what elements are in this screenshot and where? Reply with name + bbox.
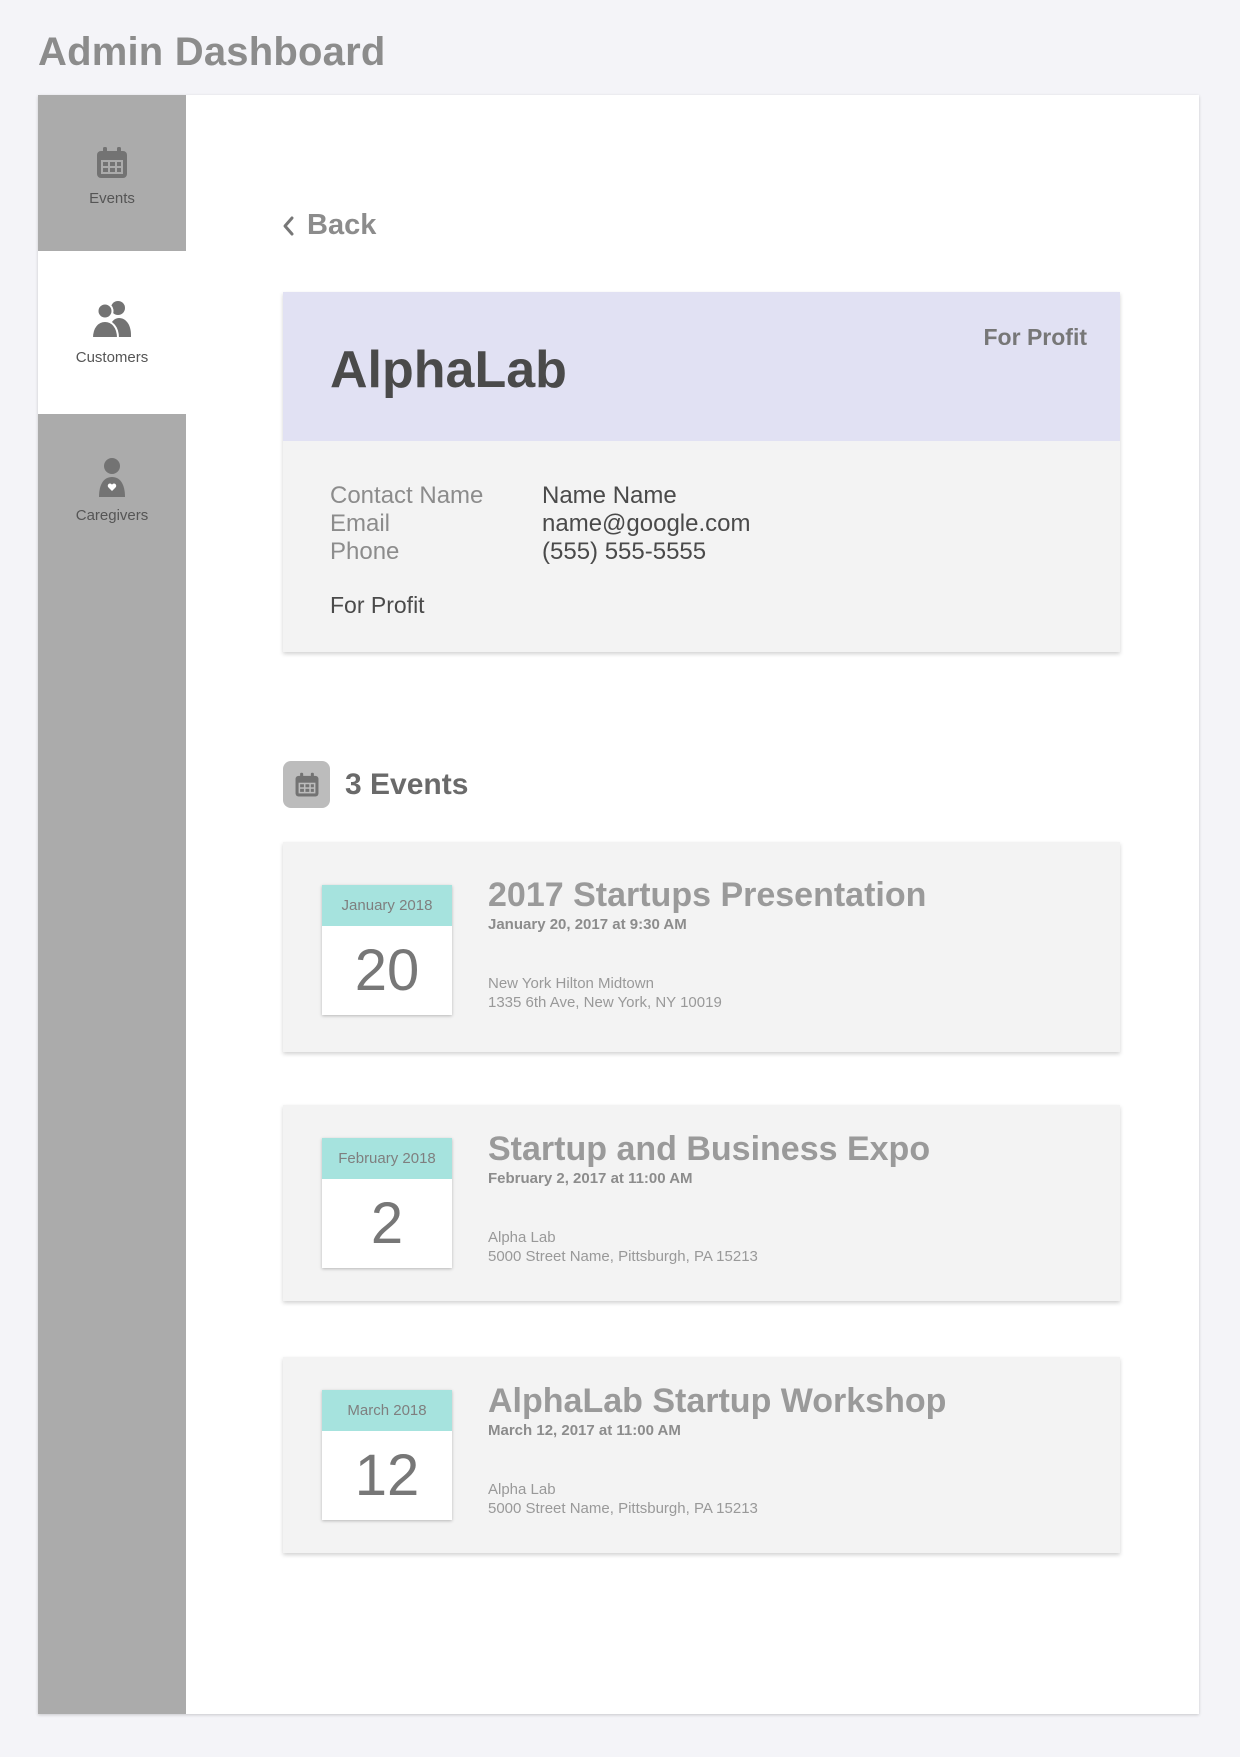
event-location: New York Hilton Midtown 1335 6th Ave, Ne…	[488, 974, 926, 1012]
sidebar-item-label: Customers	[75, 349, 149, 366]
date-day: 20	[354, 938, 420, 1003]
sidebar-item-events[interactable]: Events	[38, 95, 186, 251]
event-location: Alpha Lab 5000 Street Name, Pittsburgh, …	[488, 1228, 930, 1266]
event-info: 2017 Startups Presentation January 20, 2…	[488, 876, 926, 1012]
date-day: 12	[354, 1443, 420, 1508]
caregiver-icon	[99, 458, 125, 497]
event-datetime: February 2, 2017 at 11:00 AM	[488, 1170, 693, 1187]
contact-name-label: Contact Name	[330, 482, 484, 509]
event-card[interactable]: January 2018 20 2017 Startups Presentati…	[283, 842, 1120, 1052]
phone-label: Phone	[330, 538, 400, 565]
event-venue: New York Hilton Midtown	[488, 975, 654, 992]
event-card[interactable]: March 2018 12 AlphaLab Startup Workshop …	[283, 1357, 1120, 1553]
sidebar-item-label: Events	[89, 190, 135, 207]
date-month: January 2018	[322, 885, 452, 926]
customer-name: AlphaLab	[330, 341, 567, 399]
back-label: Back	[307, 209, 377, 241]
date-month: February 2018	[322, 1138, 452, 1179]
event-info: AlphaLab Startup Workshop March 12, 2017…	[488, 1382, 946, 1518]
phone-value: (555) 555-5555	[542, 538, 707, 565]
date-month: March 2018	[322, 1390, 452, 1431]
event-title: 2017 Startups Presentation	[488, 876, 927, 914]
event-datetime: March 12, 2017 at 11:00 AM	[488, 1422, 681, 1439]
customer-type: For Profit	[330, 592, 425, 618]
event-address: 5000 Street Name, Pittsburgh, PA 15213	[488, 1248, 758, 1265]
event-venue: Alpha Lab	[488, 1481, 556, 1498]
date-tile: February 2018 2	[322, 1138, 452, 1268]
sidebar: Events Customers Caregivers	[38, 95, 186, 1714]
sidebar-item-customers[interactable]: Customers	[38, 251, 186, 414]
people-icon	[91, 301, 131, 339]
date-day: 2	[370, 1191, 404, 1256]
date-tile: January 2018 20	[322, 885, 452, 1015]
event-datetime: January 20, 2017 at 9:30 AM	[488, 916, 687, 933]
event-address: 1335 6th Ave, New York, NY 10019	[488, 994, 722, 1011]
event-address: 5000 Street Name, Pittsburgh, PA 15213	[488, 1500, 758, 1517]
events-badge	[283, 761, 330, 808]
customer-header: AlphaLab For Profit	[283, 292, 1120, 441]
app-title: Admin Dashboard	[38, 30, 386, 74]
email-value: name@google.com	[542, 510, 751, 537]
sidebar-item-label: Caregivers	[75, 507, 149, 524]
email-label: Email	[330, 510, 391, 537]
contact-details: Contact Name Name Name Email name@google…	[330, 483, 750, 565]
customer-card: AlphaLab For Profit Contact Name Name Na…	[283, 292, 1120, 652]
event-card[interactable]: February 2018 2 Startup and Business Exp…	[283, 1105, 1120, 1301]
event-info: Startup and Business Expo February 2, 20…	[488, 1130, 930, 1266]
calendar-icon	[97, 147, 127, 178]
chevron-left-icon	[283, 216, 294, 235]
event-title: Startup and Business Expo	[488, 1130, 931, 1168]
customer-type-tag: For Profit	[983, 324, 1088, 350]
event-title: AlphaLab Startup Workshop	[488, 1382, 947, 1420]
contact-name-value: Name Name	[542, 482, 677, 509]
main-frame: Events Customers Caregivers Back AlphaLa…	[38, 95, 1199, 1714]
events-heading: 3 Events	[283, 761, 468, 808]
events-count: 3 Events	[345, 767, 469, 801]
date-tile: March 2018 12	[322, 1390, 452, 1520]
calendar-icon	[295, 772, 318, 796]
back-button[interactable]: Back	[281, 209, 376, 242]
sidebar-item-caregivers[interactable]: Caregivers	[38, 414, 186, 564]
event-venue: Alpha Lab	[488, 1229, 556, 1246]
event-location: Alpha Lab 5000 Street Name, Pittsburgh, …	[488, 1480, 946, 1518]
